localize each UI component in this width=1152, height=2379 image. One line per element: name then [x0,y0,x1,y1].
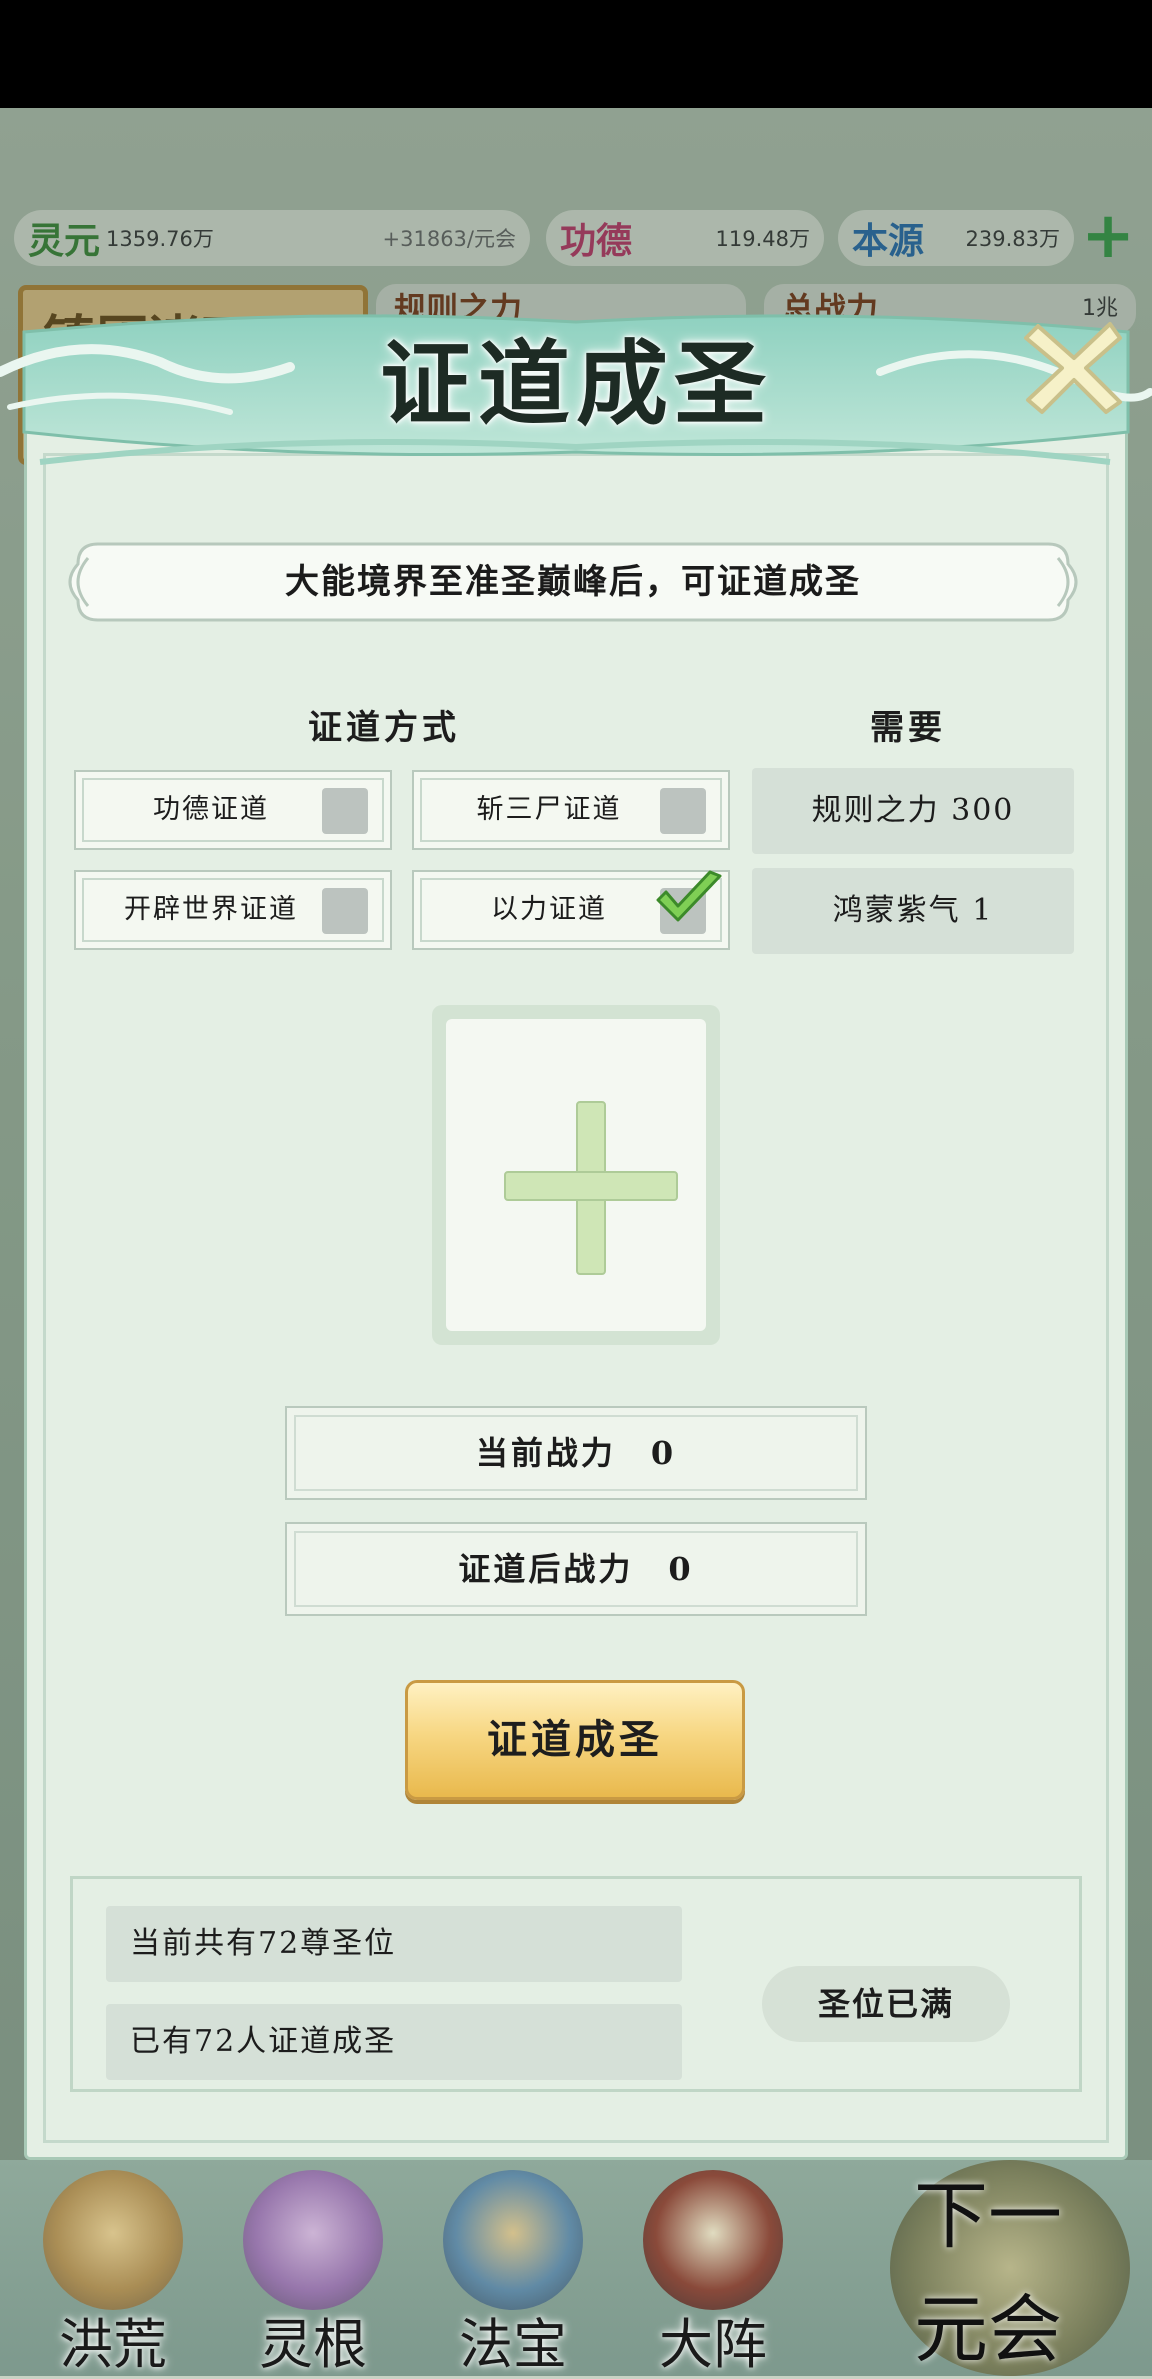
taiji-icon [643,2170,783,2310]
ascend-button-label: 证道成圣 [487,1716,663,1763]
close-button[interactable] [1022,316,1126,416]
method-gongde[interactable]: 功德证道 [74,770,392,850]
methods-header: 证道方式 [308,708,460,748]
nav-linggen[interactable]: 灵根 [228,2170,398,2376]
seats-full-badge: 圣位已满 [762,1966,1010,2042]
method-label: 以力证道 [491,894,607,925]
add-item-slot[interactable] [432,1005,720,1345]
lotus-icon [243,2170,383,2310]
nav-label: 灵根 [259,2313,367,2376]
method-zhansanshi[interactable]: 斩三尸证道 [412,770,730,850]
method-label: 开辟世界证道 [124,894,298,925]
requirement-rules-power: 规则之力 300 [752,768,1074,854]
status-bar [0,0,1152,108]
nav-fabao[interactable]: 法宝 [428,2170,598,2376]
nav-dazhen[interactable]: 大阵 [628,2170,798,2376]
notice-text: 大能境界至准圣巅峰后，可证道成圣 [285,562,861,602]
requirement-hongmeng: 鸿蒙紫气 1 [752,868,1074,954]
method-checkbox-checked[interactable] [656,870,722,934]
ascend-button[interactable]: 证道成圣 [405,1680,745,1800]
method-label: 斩三尸证道 [476,794,622,825]
nav-label: 法宝 [459,2313,567,2376]
treasure-mirror-icon [443,2170,583,2310]
dialog-title: 证道成圣 [379,330,772,438]
current-power-text: 当前战力 0 [475,1434,677,1472]
current-power-box: 当前战力 0 [285,1406,867,1500]
next-era-button[interactable]: 下一 元会 [890,2160,1130,2376]
close-icon [1024,322,1122,414]
mountain-icon [43,2170,183,2310]
notice-scroll: 大能境界至准圣巅峰后，可证道成圣 [58,534,1088,630]
nav-honghuang[interactable]: 洪荒 [28,2170,198,2376]
method-label: 功德证道 [153,794,269,825]
method-checkbox[interactable] [322,888,368,934]
seats-total-text: 当前共有72尊圣位 [106,1906,682,1982]
requirements-header: 需要 [870,708,946,748]
next-era-label-bottom: 元会 [914,2287,1062,2373]
method-yili[interactable]: 以力证道 [412,870,730,950]
checkmark-icon [656,870,722,922]
method-checkbox[interactable] [660,788,706,834]
nav-label: 洪荒 [59,2313,167,2376]
method-checkbox[interactable] [322,788,368,834]
next-era-label-top: 下一 [914,2173,1062,2259]
after-power-box: 证道后战力 0 [285,1522,867,1616]
after-power-text: 证道后战力 0 [458,1550,694,1588]
slot-inner [446,1019,706,1331]
nav-label: 大阵 [659,2313,767,2376]
method-kaipi[interactable]: 开辟世界证道 [74,870,392,950]
seats-taken-text: 已有72人证道成圣 [106,2004,682,2080]
